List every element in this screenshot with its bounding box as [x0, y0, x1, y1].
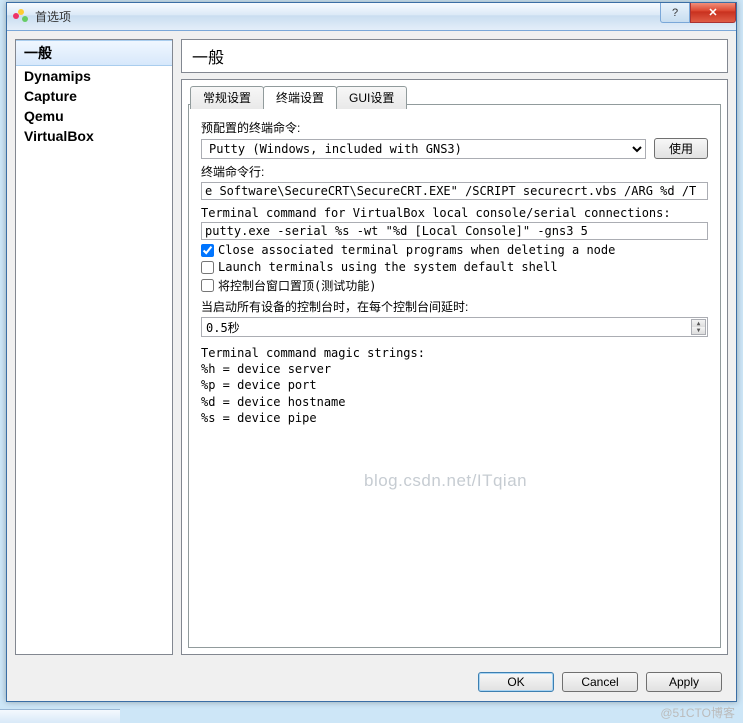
help-line: %h = device server [201, 361, 708, 377]
spinner-up-icon[interactable]: ▲ [692, 320, 705, 327]
sidebar-item-label: 一般 [24, 45, 52, 61]
cancel-button[interactable]: Cancel [562, 672, 638, 692]
window-title: 首选项 [35, 8, 71, 25]
sidebar-item-label: Qemu [24, 108, 64, 124]
taskbar-fragment [0, 709, 120, 723]
terminal-cmd-input[interactable] [201, 182, 708, 200]
magic-strings-help: Terminal command magic strings: %h = dev… [201, 345, 708, 426]
client-area: 一般 Dynamips Capture Qemu VirtualBox 一般 常… [7, 31, 736, 663]
close-terminal-label: Close associated terminal programs when … [218, 243, 615, 257]
preconfigured-combo[interactable]: Putty (Windows, included with GNS3) [201, 139, 646, 159]
tab-terminal-settings[interactable]: 终端设置 [263, 86, 337, 109]
tabs: 常规设置 终端设置 GUI设置 [190, 86, 735, 109]
spinner-buttons[interactable]: ▲ ▼ [691, 319, 706, 335]
use-button[interactable]: 使用 [654, 138, 708, 159]
sidebar-item-capture[interactable]: Capture [16, 86, 172, 106]
preconfigured-label: 预配置的终端命令: [201, 119, 708, 136]
help-line: %s = device pipe [201, 410, 708, 426]
help-line: %d = device hostname [201, 394, 708, 410]
vbox-cmd-input[interactable] [201, 222, 708, 240]
apply-button[interactable]: Apply [646, 672, 722, 692]
spinner-down-icon[interactable]: ▼ [692, 327, 705, 334]
delay-label: 当启动所有设备的控制台时，在每个控制台间延时: [201, 298, 708, 315]
terminal-cmd-label: 终端命令行: [201, 163, 708, 180]
attribution-text: @51CTO博客 [660, 704, 735, 721]
tab-panel-terminal: 预配置的终端命令: Putty (Windows, included with … [188, 104, 721, 648]
dialog-footer: OK Cancel Apply [7, 663, 736, 701]
watermark: blog.csdn.net/ITqian [364, 471, 527, 491]
launch-shell-label: Launch terminals using the system defaul… [218, 260, 558, 274]
help-button[interactable]: ? [660, 3, 690, 23]
section-title: 一般 [181, 39, 728, 73]
sidebar-item-qemu[interactable]: Qemu [16, 106, 172, 126]
help-line: %p = device port [201, 377, 708, 393]
app-icon [13, 9, 29, 25]
console-top-checkbox[interactable] [201, 279, 214, 292]
content-panel: 常规设置 终端设置 GUI设置 预配置的终端命令: Putty (Windows… [181, 79, 728, 655]
sidebar-item-label: VirtualBox [24, 128, 94, 144]
ok-button[interactable]: OK [478, 672, 554, 692]
tab-general-settings[interactable]: 常规设置 [190, 86, 264, 109]
preferences-window: 首选项 ? ✕ 一般 Dynamips Capture Qemu Virtual… [6, 2, 737, 702]
delay-spinner[interactable]: 0.5秒 ▲ ▼ [201, 317, 708, 337]
vbox-cmd-label: Terminal command for VirtualBox local co… [201, 206, 708, 220]
help-heading: Terminal command magic strings: [201, 345, 708, 361]
close-button[interactable]: ✕ [690, 3, 736, 23]
launch-shell-checkbox[interactable] [201, 261, 214, 274]
main-area: 一般 常规设置 终端设置 GUI设置 预配置的终端命令: Putty (Wind… [181, 39, 728, 655]
tab-gui-settings[interactable]: GUI设置 [336, 86, 407, 109]
sidebar-item-dynamips[interactable]: Dynamips [16, 66, 172, 86]
console-top-label: 将控制台窗口置顶(测试功能) [218, 277, 376, 294]
close-terminal-checkbox[interactable] [201, 244, 214, 257]
sidebar-item-virtualbox[interactable]: VirtualBox [16, 126, 172, 146]
sidebar-item-label: Dynamips [24, 68, 91, 84]
sidebar-item-label: Capture [24, 88, 77, 104]
titlebar[interactable]: 首选项 ? ✕ [7, 3, 736, 31]
sidebar-item-general[interactable]: 一般 [16, 40, 172, 66]
sidebar: 一般 Dynamips Capture Qemu VirtualBox [15, 39, 173, 655]
delay-value: 0.5秒 [206, 319, 240, 336]
